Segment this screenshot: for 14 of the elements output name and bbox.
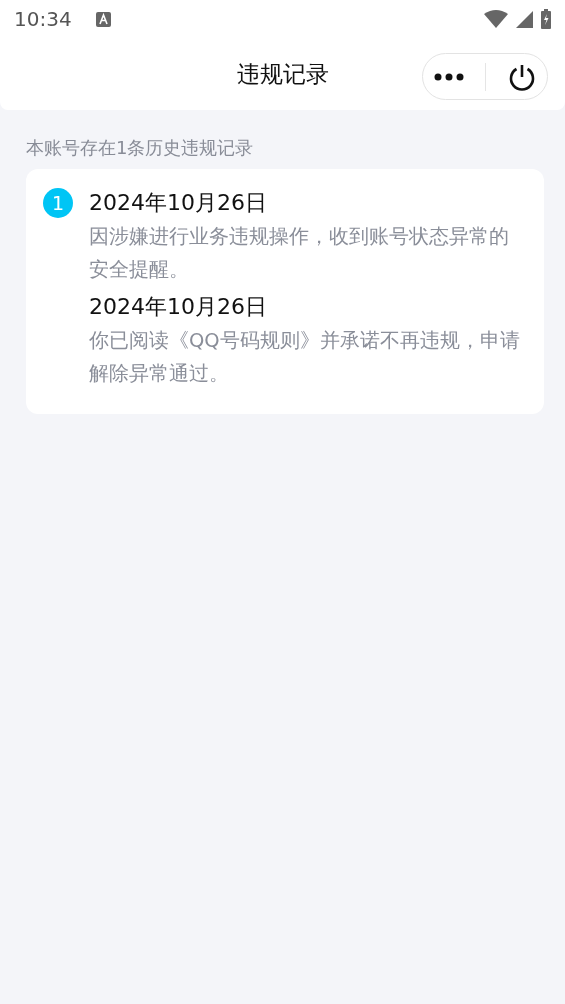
page-title: 违规记录 bbox=[236, 59, 329, 89]
record-summary: 本账号存在1条历史违规记录 bbox=[25, 136, 255, 160]
record-description: 你已阅读《QQ号码规则》并承诺不再违规，申请解除异常通过。 bbox=[89, 328, 521, 387]
record-date: 2024年10月26日 bbox=[89, 293, 268, 321]
signal-icon bbox=[516, 10, 533, 28]
number-badge: 1 bbox=[43, 188, 73, 218]
record-date: 2024年10月26日 bbox=[89, 189, 268, 217]
wifi-icon bbox=[484, 10, 508, 28]
notification-icon bbox=[95, 12, 111, 27]
status-time: 10:34 bbox=[14, 6, 72, 33]
battery-icon bbox=[541, 9, 551, 29]
record-description: 因涉嫌进行业务违规操作，收到账号状态异常的安全提醒。 bbox=[89, 224, 510, 283]
power-icon[interactable] bbox=[508, 62, 537, 91]
more-icon[interactable] bbox=[433, 72, 464, 81]
